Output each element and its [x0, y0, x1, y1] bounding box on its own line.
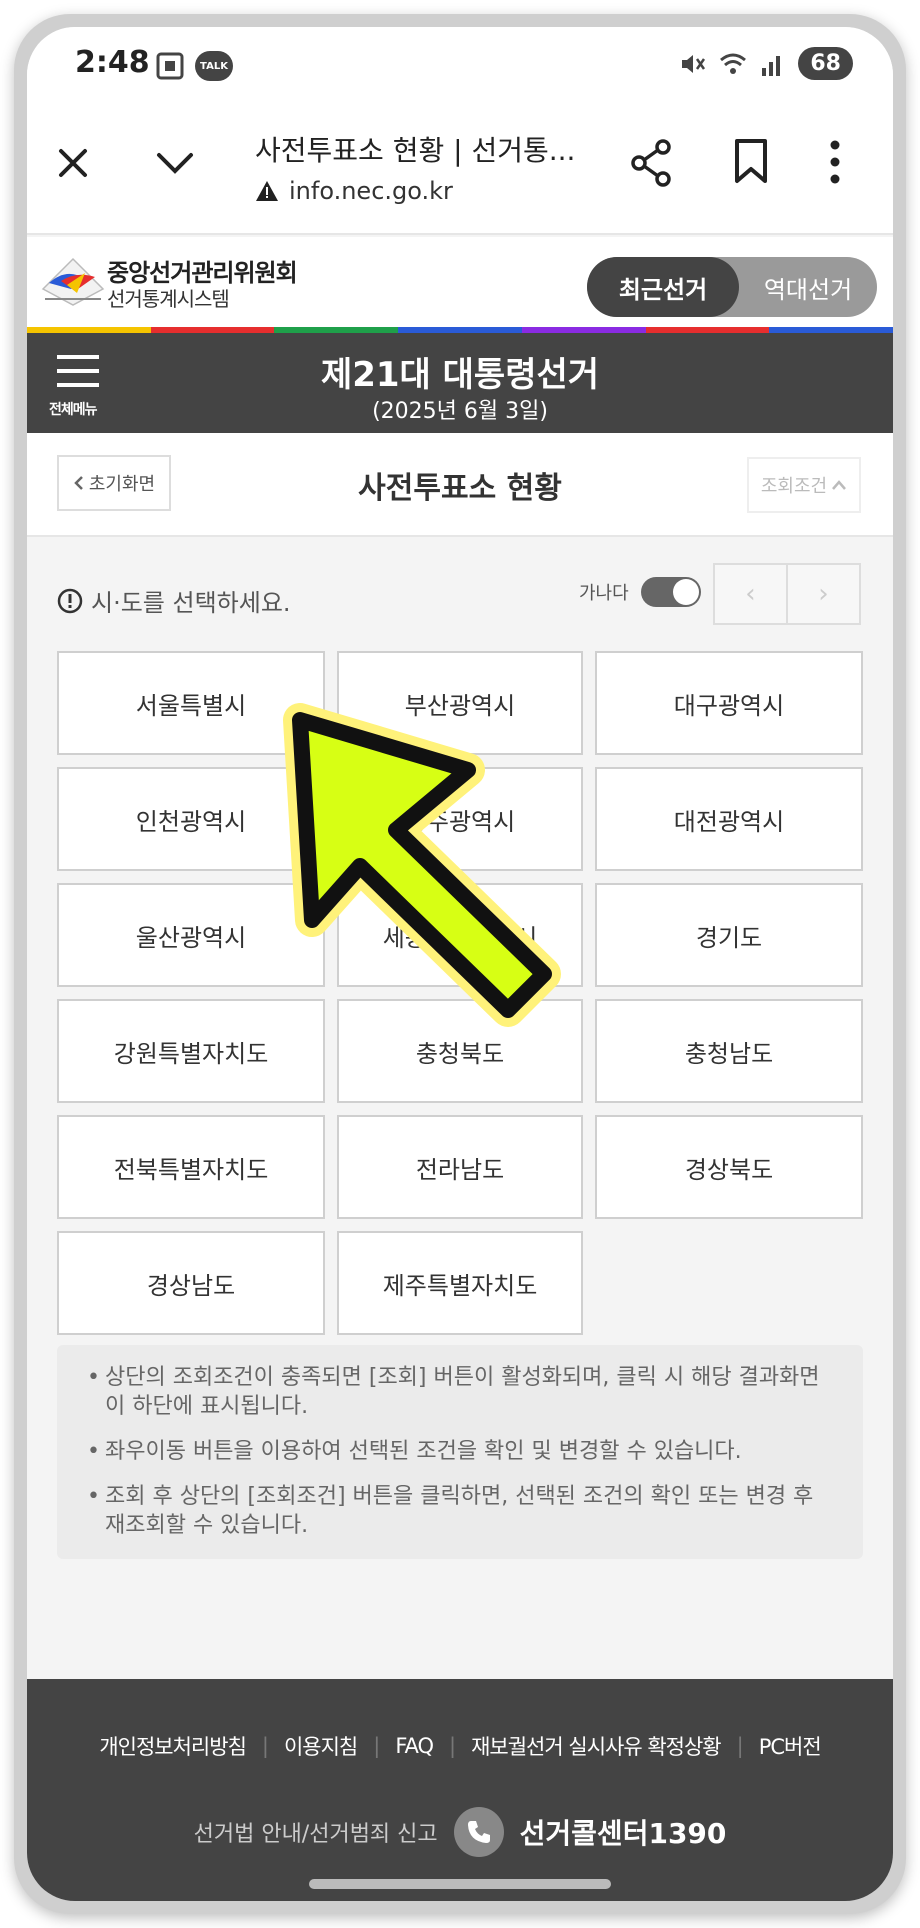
footer-link-faq[interactable]: FAQ: [395, 1734, 434, 1758]
region-button[interactable]: 세종특별자치시: [337, 883, 583, 987]
region-button[interactable]: 경상남도: [57, 1231, 325, 1335]
footer-link-terms[interactable]: 이용지침: [284, 1731, 358, 1761]
warning-icon: [256, 181, 278, 201]
condition-button[interactable]: 조회조건: [747, 457, 861, 513]
system-name: 선거통계시스템: [107, 287, 230, 311]
call-center-number[interactable]: 선거콜센터1390: [520, 1812, 727, 1852]
election-date: (2025년 6월 3일): [372, 399, 548, 424]
sort-toggle-switch[interactable]: [641, 577, 701, 607]
status-time: 2:48: [75, 45, 150, 80]
footer-link-byelection[interactable]: 재보궐선거 실시사유 확정상황: [471, 1731, 722, 1761]
report-label[interactable]: 선거법 안내/선거범죄 신고: [194, 1816, 438, 1848]
region-button[interactable]: 경기도: [595, 883, 863, 987]
url-text: info.nec.go.kr: [289, 177, 453, 205]
region-button[interactable]: 충청남도: [595, 999, 863, 1103]
footer-link-privacy[interactable]: 개인정보처리방침: [99, 1731, 247, 1761]
phone-screen: 2:48 TALK 68 사전투표소 현황 | 선거통... info.nec.…: [27, 27, 893, 1901]
footer-links: 개인정보처리방침 | 이용지침 | FAQ | 재보궐선거 실시사유 확정상황 …: [27, 1731, 893, 1761]
browser-toolbar: 사전투표소 현황 | 선거통... info.nec.go.kr: [27, 107, 893, 235]
bookmark-icon[interactable]: [733, 137, 769, 185]
pager-next-button[interactable]: ›: [788, 565, 859, 623]
info-item: 좌우이동 버튼을 이용하여 선택된 조건을 확인 및 변경할 수 있습니다.: [87, 1437, 839, 1466]
browser-page-title[interactable]: 사전투표소 현황 | 선거통...: [255, 129, 575, 169]
footer-link-pc-version[interactable]: PC버전: [759, 1731, 822, 1761]
recent-election-button[interactable]: 최근선거: [587, 257, 739, 317]
past-election-button[interactable]: 역대선거: [739, 257, 877, 317]
region-button[interactable]: 대전광역시: [595, 767, 863, 871]
footer-divider: |: [449, 1734, 456, 1758]
share-icon[interactable]: [629, 139, 673, 187]
region-button[interactable]: 서울특별시: [57, 651, 325, 755]
election-title: 제21대 대통령선거: [320, 355, 600, 395]
screenshot-icon: [156, 52, 184, 80]
region-button[interactable]: 제주특별자치도: [337, 1231, 583, 1335]
browser-url[interactable]: info.nec.go.kr: [255, 177, 453, 205]
site-header: 중앙선거관리위원회 선거통계시스템 최근선거 역대선거: [27, 237, 893, 327]
mute-icon: [682, 54, 706, 73]
region-button[interactable]: 충청북도: [337, 999, 583, 1103]
pager: ‹ ›: [713, 563, 861, 625]
info-item: 조회 후 상단의 [조회조건] 버튼을 클릭하면, 선택된 조건의 확인 또는 …: [87, 1482, 839, 1540]
info-item: 상단의 조회조건이 충족되면 [조회] 버튼이 활성화되며, 클릭 시 해당 결…: [87, 1363, 839, 1421]
election-header: 전체메뉴 제21대 대통령선거 (2025년 6월 3일): [27, 333, 893, 433]
chevron-up-icon: [832, 480, 847, 490]
signal-icon: [762, 55, 781, 76]
close-icon[interactable]: [53, 143, 93, 183]
more-vert-icon[interactable]: [827, 137, 843, 187]
region-button[interactable]: 부산광역시: [337, 651, 583, 755]
select-notice: 시·도를 선택하세요.: [57, 583, 291, 618]
region-button[interactable]: 인천광역시: [57, 767, 325, 871]
region-button[interactable]: 전북특별자치도: [57, 1115, 325, 1219]
alert-circle-icon: [57, 588, 83, 613]
region-button[interactable]: 대구광역시: [595, 651, 863, 755]
region-button[interactable]: 전라남도: [337, 1115, 583, 1219]
condition-button-label: 조회조건: [760, 476, 828, 497]
wifi-icon: [720, 53, 747, 74]
sort-label: 가나다: [579, 583, 629, 604]
region-button[interactable]: 강원특별자치도: [57, 999, 325, 1103]
nec-logo-icon[interactable]: [41, 253, 105, 307]
phone-glyph-icon: [467, 1821, 490, 1843]
info-box: 상단의 조회조건이 충족되면 [조회] 버튼이 활성화되며, 클릭 시 해당 결…: [57, 1345, 863, 1559]
page-title-row: 초기화면 사전투표소 현황 조회조건: [27, 433, 893, 537]
phone-icon[interactable]: [453, 1807, 504, 1857]
main-content: 시·도를 선택하세요. 가나다 ‹ › 서울특별시 부산광역시 대구광역시 인천…: [27, 539, 893, 1679]
battery-indicator: 68: [798, 47, 853, 80]
notice-text: 시·도를 선택하세요.: [91, 589, 291, 617]
pager-prev-button[interactable]: ‹: [715, 565, 788, 623]
footer-divider: |: [736, 1734, 744, 1758]
election-toggle: 최근선거 역대선거: [587, 257, 877, 317]
footer-divider: |: [261, 1734, 269, 1758]
status-bar: 2:48 TALK 68: [27, 27, 893, 107]
home-indicator[interactable]: [309, 1879, 611, 1889]
region-button[interactable]: 경상북도: [595, 1115, 863, 1219]
region-button[interactable]: 울산광역시: [57, 883, 325, 987]
footer-divider: |: [373, 1734, 380, 1758]
chevron-down-icon[interactable]: [155, 147, 195, 179]
region-button[interactable]: 광주광역시: [337, 767, 583, 871]
call-center-row: 선거법 안내/선거범죄 신고 선거콜센터1390: [27, 1807, 893, 1857]
kakaotalk-icon: TALK: [195, 51, 233, 81]
site-footer: 개인정보처리방침 | 이용지침 | FAQ | 재보궐선거 실시사유 확정상황 …: [27, 1679, 893, 1901]
